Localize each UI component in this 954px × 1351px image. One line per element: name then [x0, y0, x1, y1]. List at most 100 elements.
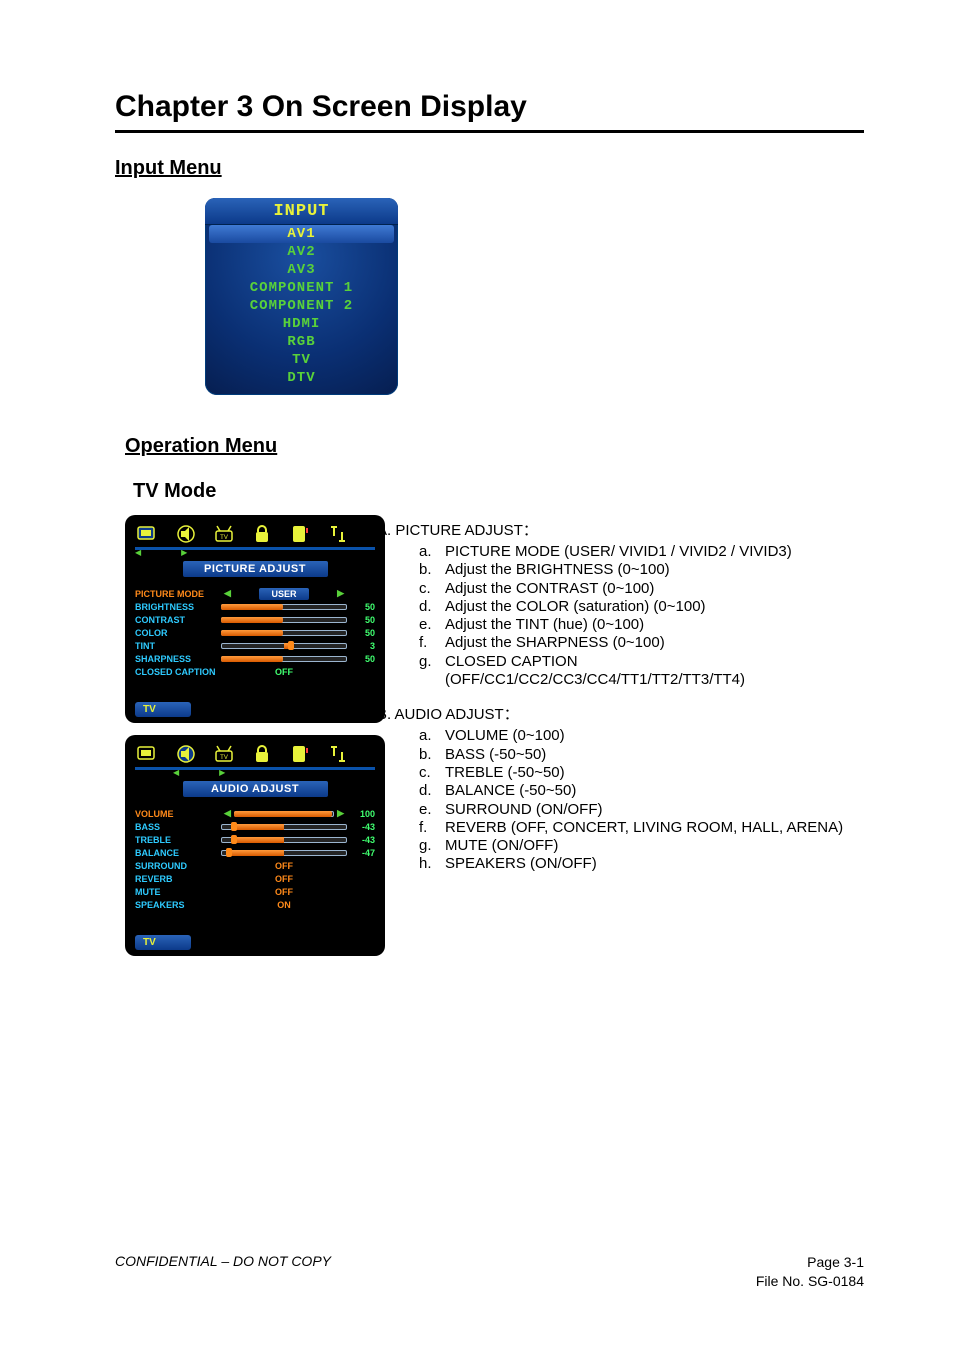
osd-setting-label: BASS	[135, 822, 221, 832]
osd-toggle-value[interactable]: OFF	[221, 861, 347, 871]
page-footer: CONFIDENTIAL – DO NOT COPY Page 3-1 File…	[115, 1253, 864, 1291]
list-item: e.Adjust the TINT (hue) (0~100)	[419, 616, 864, 634]
list-item: g.CLOSED CAPTION (OFF/CC1/CC2/CC3/CC4/TT…	[419, 653, 864, 690]
nav-left-icon[interactable]: ◀	[135, 548, 141, 557]
list-item: d.Adjust the COLOR (saturation) (0~100)	[419, 598, 864, 616]
volume-label: VOLUME	[135, 809, 221, 819]
osd-setting-label: BRIGHTNESS	[135, 602, 221, 612]
osd-setting-label: SPEAKERS	[135, 900, 221, 910]
input-panel-title: INPUT	[205, 198, 398, 225]
timer-tab-icon[interactable]	[287, 521, 313, 547]
footer-confidential: CONFIDENTIAL – DO NOT COPY	[115, 1253, 331, 1291]
list-item: c.TREBLE (-50~50)	[419, 764, 864, 782]
arrow-right-icon[interactable]: ▶	[334, 808, 347, 819]
list-item: a.VOLUME (0~100)	[419, 727, 864, 745]
nav-left-icon[interactable]: ◀	[173, 768, 179, 777]
audio-text-title: B. AUDIO ADJUST：	[377, 703, 864, 724]
picture-tab-icon[interactable]	[135, 521, 161, 547]
osd-slider[interactable]	[221, 604, 347, 610]
osd-setting-value: -47	[347, 848, 375, 858]
osd-toggle-value[interactable]: ON	[221, 900, 347, 910]
osd-slider[interactable]	[221, 824, 347, 830]
audio-osd-title: AUDIO ADJUST	[183, 781, 328, 797]
arrow-left-icon[interactable]: ◀	[221, 808, 234, 819]
osd-setting-label: BALANCE	[135, 848, 221, 858]
picture-osd-title: PICTURE ADJUST	[183, 561, 328, 577]
tv-tab-icon[interactable]: TV	[211, 521, 237, 547]
osd-setting-label: SHARPNESS	[135, 654, 221, 664]
footer-page: Page 3-1	[756, 1253, 864, 1272]
tv-tab-icon[interactable]: TV	[211, 741, 237, 767]
input-item[interactable]: AV2	[205, 243, 398, 261]
osd-slider[interactable]	[221, 656, 347, 662]
osd-setting-label: REVERB	[135, 874, 221, 884]
audio-osd-source: TV	[135, 935, 191, 950]
section-operation-heading: Operation Menu	[125, 435, 864, 458]
osd-slider[interactable]	[221, 630, 347, 636]
closed-caption-value[interactable]: OFF	[221, 667, 347, 677]
osd-setting-value: 50	[347, 602, 375, 612]
osd-slider[interactable]	[221, 617, 347, 623]
osd-setting-label: CONTRAST	[135, 615, 221, 625]
input-item[interactable]: AV1	[209, 225, 394, 243]
lock-tab-icon[interactable]	[249, 741, 275, 767]
nav-right-icon[interactable]: ▶	[181, 548, 187, 557]
picture-adjust-osd: TV ◀ ▶ PICTURE ADJUST	[125, 515, 385, 723]
osd-setting-value: 50	[347, 628, 375, 638]
timer-tab-icon[interactable]	[287, 741, 313, 767]
picture-mode-value[interactable]: USER	[259, 588, 308, 600]
osd-slider[interactable]	[221, 850, 347, 856]
input-item[interactable]: TV	[205, 351, 398, 369]
osd-setting-label: TINT	[135, 641, 221, 651]
osd-toggle-value[interactable]: OFF	[221, 874, 347, 884]
nav-right-icon[interactable]: ▶	[219, 768, 225, 777]
osd-setting-label: MUTE	[135, 887, 221, 897]
picture-mode-label: PICTURE MODE	[135, 589, 221, 599]
osd-setting-value: -43	[347, 822, 375, 832]
list-item: b.BASS (-50~50)	[419, 746, 864, 764]
arrow-left-icon[interactable]: ◀	[221, 588, 234, 599]
osd-setting-value: -43	[347, 835, 375, 845]
input-source-panel: INPUT AV1AV2AV3COMPONENT 1COMPONENT 2HDM…	[205, 198, 398, 395]
settings-tab-icon[interactable]	[325, 741, 351, 767]
section-input-heading: Input Menu	[115, 157, 864, 180]
input-item[interactable]: COMPONENT 1	[205, 279, 398, 297]
osd-setting-label: SURROUND	[135, 861, 221, 871]
input-item[interactable]: HDMI	[205, 315, 398, 333]
svg-text:TV: TV	[220, 755, 228, 761]
picture-text-list: a.PICTURE MODE (USER/ VIVID1 / VIVID2 / …	[419, 543, 864, 689]
audio-tab-icon[interactable]	[173, 741, 199, 767]
picture-osd-source: TV	[135, 702, 191, 717]
list-item: c.Adjust the CONTRAST (0~100)	[419, 580, 864, 598]
picture-tab-icon[interactable]	[135, 741, 161, 767]
osd-tabs: TV ◀▶	[125, 735, 385, 767]
osd-toggle-value[interactable]: OFF	[221, 887, 347, 897]
footer-file: File No. SG-0184	[756, 1272, 864, 1291]
arrow-right-icon[interactable]: ▶	[334, 588, 347, 599]
list-item: a.PICTURE MODE (USER/ VIVID1 / VIVID2 / …	[419, 543, 864, 561]
osd-setting-value: 50	[347, 615, 375, 625]
lock-tab-icon[interactable]	[249, 521, 275, 547]
input-item[interactable]: COMPONENT 2	[205, 297, 398, 315]
tv-mode-heading: TV Mode	[133, 480, 864, 503]
svg-text:TV: TV	[220, 535, 228, 541]
input-item[interactable]: RGB	[205, 333, 398, 351]
osd-setting-label: TREBLE	[135, 835, 221, 845]
input-item[interactable]: DTV	[205, 369, 398, 387]
audio-text-list: a.VOLUME (0~100)b.BASS (-50~50)c.TREBLE …	[419, 727, 864, 873]
list-item: g.MUTE (ON/OFF)	[419, 837, 864, 855]
list-item: f.Adjust the SHARPNESS (0~100)	[419, 634, 864, 652]
osd-setting-value: 50	[347, 654, 375, 664]
list-item: d.BALANCE (-50~50)	[419, 782, 864, 800]
osd-slider[interactable]	[221, 643, 347, 649]
list-item: h.SPEAKERS (ON/OFF)	[419, 855, 864, 873]
audio-tab-icon[interactable]	[173, 521, 199, 547]
list-item: f.REVERB (OFF, CONCERT, LIVING ROOM, HAL…	[419, 819, 864, 837]
input-item[interactable]: AV3	[205, 261, 398, 279]
settings-tab-icon[interactable]	[325, 521, 351, 547]
chapter-title: Chapter 3 On Screen Display	[115, 90, 864, 124]
osd-slider[interactable]	[221, 837, 347, 843]
picture-text-title: A. PICTURE ADJUST：	[377, 519, 864, 540]
audio-adjust-osd: TV ◀▶ AUDIO ADJUST	[125, 735, 385, 956]
volume-slider[interactable]	[234, 811, 334, 817]
